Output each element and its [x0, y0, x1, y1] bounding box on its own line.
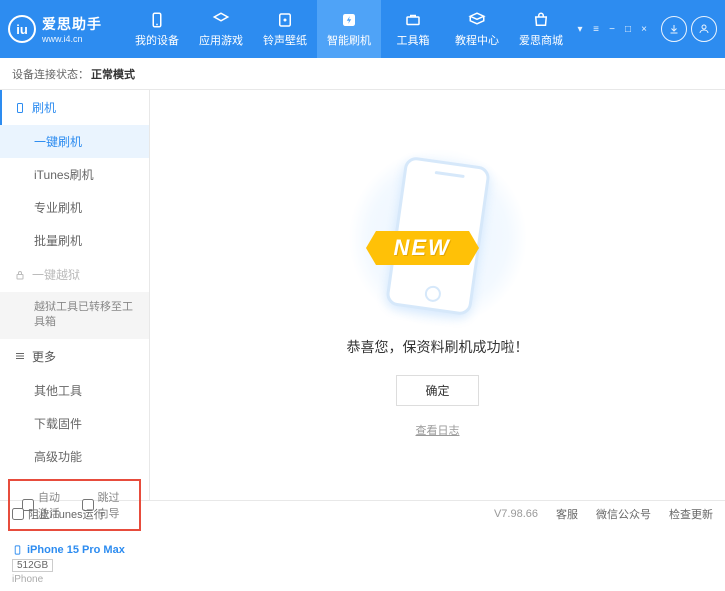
- sidebar-item-advanced[interactable]: 高级功能: [0, 440, 149, 473]
- device-info: iPhone 15 Pro Max 512GB iPhone: [0, 537, 149, 591]
- settings-icon[interactable]: ≡: [589, 22, 603, 36]
- device-phone-icon: [12, 543, 23, 557]
- header-controls: ▾ ≡ − □ ×: [573, 16, 717, 42]
- options-highlight: 自动激活 跳过向导: [8, 479, 141, 531]
- status-value: 正常模式: [91, 66, 135, 82]
- device-name[interactable]: iPhone 15 Pro Max: [12, 543, 137, 557]
- sidebar-item-itunes[interactable]: iTunes刷机: [0, 158, 149, 191]
- close-icon[interactable]: ×: [637, 22, 651, 36]
- support-link[interactable]: 客服: [556, 506, 578, 522]
- flash-icon: [339, 11, 359, 29]
- nav-ringtones[interactable]: 铃声壁纸: [253, 0, 317, 58]
- sidebar-item-pro[interactable]: 专业刷机: [0, 191, 149, 224]
- apps-icon: [211, 11, 231, 29]
- ringtone-icon: [275, 11, 295, 29]
- tutorial-icon: [467, 11, 487, 29]
- top-nav: 我的设备 应用游戏 铃声壁纸 智能刷机 工具箱 教程中心 爱思商城: [125, 0, 573, 58]
- nav-my-device[interactable]: 我的设备: [125, 0, 189, 58]
- download-button[interactable]: [661, 16, 687, 42]
- success-illustration: NEW: [348, 153, 528, 323]
- phone-icon: [14, 102, 26, 114]
- sidebar-group-flash[interactable]: 刷机: [0, 90, 149, 125]
- ok-button[interactable]: 确定: [396, 375, 478, 406]
- checkbox-block-itunes[interactable]: 阻止iTunes运行: [12, 506, 105, 522]
- maximize-icon[interactable]: □: [621, 22, 635, 36]
- sidebar-item-other[interactable]: 其他工具: [0, 374, 149, 407]
- device-type: iPhone: [12, 574, 137, 585]
- device-icon: [147, 11, 167, 29]
- toolbox-icon: [403, 11, 423, 29]
- sidebar-group-more[interactable]: 更多: [0, 339, 149, 374]
- nav-toolbox[interactable]: 工具箱: [381, 0, 445, 58]
- sidebar-group-jailbreak: 一键越狱: [0, 257, 149, 292]
- store-icon: [531, 11, 551, 29]
- success-message: 恭喜您，保资料刷机成功啦！: [347, 337, 529, 357]
- nav-apps[interactable]: 应用游戏: [189, 0, 253, 58]
- app-title: 爱思助手: [42, 14, 102, 34]
- menu-icon[interactable]: ▾: [573, 22, 587, 36]
- nav-store[interactable]: 爱思商城: [509, 0, 573, 58]
- app-url: www.i4.cn: [42, 34, 102, 44]
- status-bar: 设备连接状态： 正常模式: [0, 58, 725, 90]
- version-label: V7.98.66: [494, 508, 538, 520]
- wechat-link[interactable]: 微信公众号: [596, 506, 651, 522]
- sidebar-item-batch[interactable]: 批量刷机: [0, 224, 149, 257]
- logo: iu 爱思助手 www.i4.cn: [8, 14, 125, 44]
- user-button[interactable]: [691, 16, 717, 42]
- lock-icon: [14, 269, 26, 281]
- nav-tutorials[interactable]: 教程中心: [445, 0, 509, 58]
- nav-flash[interactable]: 智能刷机: [317, 0, 381, 58]
- new-banner: NEW: [376, 231, 469, 265]
- sidebar: 刷机 一键刷机 iTunes刷机 专业刷机 批量刷机 一键越狱 越狱工具已转移至…: [0, 90, 150, 500]
- sidebar-item-oneclick[interactable]: 一键刷机: [0, 125, 149, 158]
- main-content: NEW 恭喜您，保资料刷机成功啦！ 确定 查看日志: [150, 90, 725, 500]
- logo-icon: iu: [8, 15, 36, 43]
- update-link[interactable]: 检查更新: [669, 506, 713, 522]
- more-icon: [14, 350, 26, 362]
- status-label: 设备连接状态：: [12, 66, 89, 82]
- header: iu 爱思助手 www.i4.cn 我的设备 应用游戏 铃声壁纸 智能刷机 工具…: [0, 0, 725, 58]
- sidebar-item-firmware[interactable]: 下载固件: [0, 407, 149, 440]
- minimize-icon[interactable]: −: [605, 22, 619, 36]
- sidebar-jailbreak-note: 越狱工具已转移至工具箱: [0, 292, 149, 339]
- device-capacity: 512GB: [12, 559, 53, 572]
- view-log-link[interactable]: 查看日志: [416, 422, 460, 438]
